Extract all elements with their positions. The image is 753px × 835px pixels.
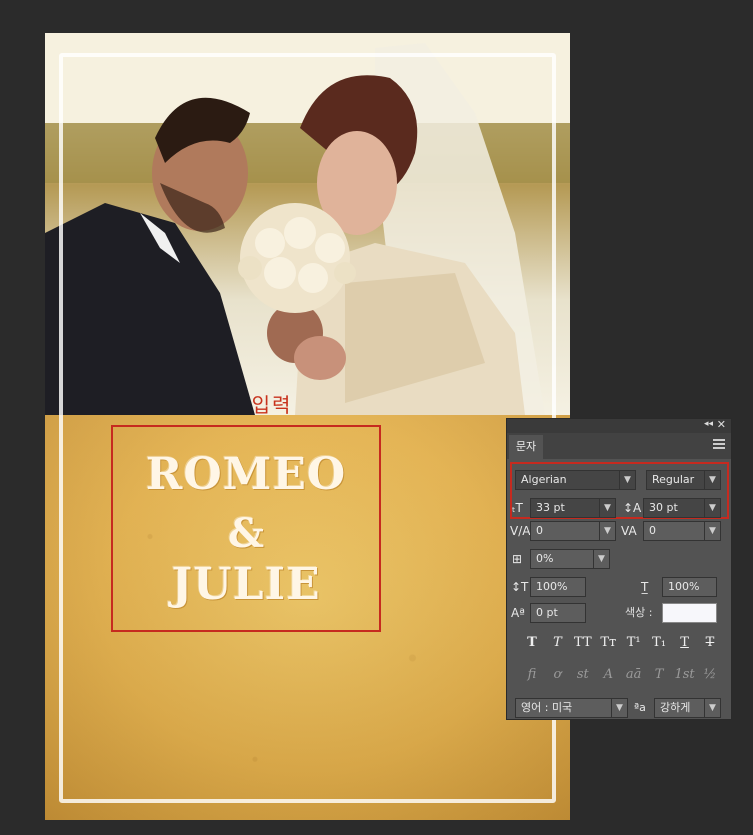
chevron-down-icon: ▼ xyxy=(619,471,635,489)
panel-menu-icon[interactable] xyxy=(713,439,725,451)
title-line-1[interactable]: ROMEO xyxy=(113,449,379,500)
strikethrough-button[interactable]: T xyxy=(699,635,721,650)
chevron-down-icon: ▼ xyxy=(704,699,720,717)
collapse-icon[interactable]: ◂◂ xyxy=(704,419,713,429)
font-size-field[interactable]: 33 pt ▼ xyxy=(530,498,616,518)
kerning-icon: V/A xyxy=(510,524,531,538)
underline-button[interactable]: T xyxy=(674,635,696,650)
antialias-icon: ªa xyxy=(634,701,646,714)
font-family-value: Algerian xyxy=(521,473,567,486)
font-size-value: 33 pt xyxy=(536,501,565,514)
tab-character[interactable]: 문자 xyxy=(509,435,543,459)
kerning-field[interactable]: 0 ▼ xyxy=(530,521,616,541)
subscript-button[interactable]: T₁ xyxy=(648,635,670,650)
faux-italic-button[interactable]: T xyxy=(546,635,568,650)
font-family-select[interactable]: Algerian ▼ xyxy=(515,470,636,490)
swash-button[interactable]: A xyxy=(597,667,619,682)
font-size-icon: ₜT xyxy=(512,501,523,515)
superscript-button[interactable]: T¹ xyxy=(623,635,645,650)
titling-alternates-button[interactable]: T xyxy=(648,667,670,682)
discretionary-ligatures-button[interactable]: ơ xyxy=(546,667,568,682)
baseline-shift-field[interactable]: 0 pt xyxy=(530,603,586,623)
kerning-value: 0 xyxy=(536,524,543,537)
chevron-down-icon: ▼ xyxy=(599,522,615,540)
text-color-swatch[interactable] xyxy=(662,603,717,623)
antialias-value: 강하게 xyxy=(660,701,691,714)
language-select[interactable]: 영어 : 미국 ▼ xyxy=(515,698,628,718)
style-buttons-row: T T TT Tт T¹ T₁ T T xyxy=(521,635,721,650)
small-caps-button[interactable]: Tт xyxy=(597,635,619,650)
color-label: 색상 : xyxy=(625,606,653,619)
stylistic-alternates-button[interactable]: aā xyxy=(623,667,645,682)
close-icon[interactable]: ✕ xyxy=(717,418,726,431)
language-value: 영어 : 미국 xyxy=(521,701,573,714)
leading-field[interactable]: 30 pt ▼ xyxy=(643,498,721,518)
chevron-down-icon: ▼ xyxy=(704,499,720,517)
character-panel: ◂◂ ✕ 문자 Algerian ▼ Regular ▼ ₜT 33 pt ▼ … xyxy=(506,418,732,720)
chevron-down-icon: ▼ xyxy=(593,550,609,568)
vertical-scale-value: 100% xyxy=(536,580,568,593)
baseline-shift-icon: Aª xyxy=(511,606,525,620)
type-input-label: 입력 xyxy=(251,393,293,417)
panel-titlebar: ◂◂ ✕ xyxy=(507,418,731,433)
tracking-field[interactable]: 0 ▼ xyxy=(643,521,721,541)
vertical-scale-field[interactable]: 100% xyxy=(530,577,586,597)
tracking-icon: VA xyxy=(621,524,637,538)
title-line-2[interactable]: & xyxy=(113,510,379,557)
faux-bold-button[interactable]: T xyxy=(521,635,543,650)
title-line-3[interactable]: JULIE xyxy=(113,559,379,610)
text-bounding-box[interactable]: ROMEO & JULIE xyxy=(111,425,381,632)
vertical-scale-icon: ↕T xyxy=(511,580,529,594)
horizontal-scale-value: 100% xyxy=(668,580,700,593)
ligatures-button[interactable]: fi xyxy=(521,667,543,682)
tsume-icon: ⊞ xyxy=(512,552,523,566)
antialias-select[interactable]: 강하게 ▼ xyxy=(654,698,721,718)
font-style-select[interactable]: Regular ▼ xyxy=(646,470,721,490)
horizontal-scale-field[interactable]: 100% xyxy=(662,577,717,597)
chevron-down-icon: ▼ xyxy=(611,699,627,717)
leading-value: 30 pt xyxy=(649,501,678,514)
tsume-field[interactable]: 0% ▼ xyxy=(530,549,610,569)
chevron-down-icon: ▼ xyxy=(704,522,720,540)
ordinals-button[interactable]: 1st xyxy=(674,667,696,682)
baseline-shift-value: 0 pt xyxy=(536,606,558,619)
leading-icon: ↕A xyxy=(623,501,642,515)
contextual-alternates-button[interactable]: st xyxy=(572,667,594,682)
chevron-down-icon: ▼ xyxy=(599,499,615,517)
font-style-value: Regular xyxy=(652,473,695,486)
horizontal-scale-icon: T̲ xyxy=(641,580,649,594)
fractions-button[interactable]: ½ xyxy=(699,667,721,682)
tsume-value: 0% xyxy=(536,552,554,565)
all-caps-button[interactable]: TT xyxy=(572,635,594,650)
opentype-buttons-row: fi ơ st A aā T 1st ½ xyxy=(521,667,721,682)
panel-tab-bar: 문자 xyxy=(507,433,731,459)
tracking-value: 0 xyxy=(649,524,656,537)
chevron-down-icon: ▼ xyxy=(704,471,720,489)
